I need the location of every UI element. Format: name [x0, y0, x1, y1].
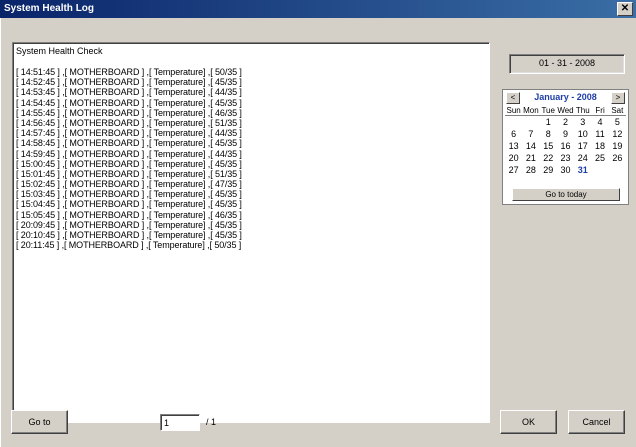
- calendar-day[interactable]: 9: [557, 128, 574, 140]
- log-line: [ 15:03:45 ] ,[ MOTHERBOARD ] ,[ Tempera…: [16, 189, 242, 200]
- calendar-day[interactable]: 24: [574, 152, 591, 164]
- log-line: [ 15:04:45 ] ,[ MOTHERBOARD ] ,[ Tempera…: [16, 199, 242, 210]
- calendar-day[interactable]: 26: [609, 152, 626, 164]
- log-line: [ 15:01:45 ] ,[ MOTHERBOARD ] ,[ Tempera…: [16, 168, 242, 179]
- calendar-weekday: Thu: [574, 106, 592, 116]
- calendar-day[interactable]: 6: [505, 128, 522, 140]
- calendar-day[interactable]: 14: [522, 140, 539, 152]
- calendar-day[interactable]: 21: [522, 152, 539, 164]
- calendar-day[interactable]: 27: [505, 164, 522, 176]
- calendar-day[interactable]: 5: [609, 116, 626, 128]
- calendar-day[interactable]: 16: [557, 140, 574, 152]
- calendar-day[interactable]: 19: [609, 140, 626, 152]
- calendar-weekday: Tue: [539, 106, 557, 116]
- calendar-day[interactable]: 4: [591, 116, 608, 128]
- calendar-month-label: January - 2008: [534, 92, 597, 102]
- calendar-day[interactable]: 30: [557, 164, 574, 176]
- log-line: [ 15:02:45 ] ,[ MOTHERBOARD ] ,[ Tempera…: [16, 179, 242, 190]
- log-line: [ 14:55:45 ] ,[ MOTHERBOARD ] ,[ Tempera…: [16, 107, 242, 118]
- calendar-day[interactable]: 31: [574, 164, 591, 176]
- window-title: System Health Log: [4, 3, 95, 14]
- title-bar: System Health Log ✕: [0, 0, 636, 18]
- go-to-today-button[interactable]: Go to today: [512, 188, 620, 201]
- log-line: [ 14:54:45 ] ,[ MOTHERBOARD ] ,[ Tempera…: [16, 97, 242, 108]
- calendar-day[interactable]: 8: [540, 128, 557, 140]
- log-line: [ 15:05:45 ] ,[ MOTHERBOARD ] ,[ Tempera…: [16, 209, 242, 220]
- calendar-day[interactable]: 1: [540, 116, 557, 128]
- calendar-empty-cell: [522, 116, 539, 128]
- log-line: [ 20:10:45 ] ,[ MOTHERBOARD ] ,[ Tempera…: [16, 230, 242, 240]
- close-button[interactable]: ✕: [617, 2, 633, 16]
- log-line: [ 14:53:45 ] ,[ MOTHERBOARD ] ,[ Tempera…: [16, 87, 242, 98]
- close-icon: ✕: [620, 3, 630, 14]
- log-line: [ 20:09:45 ] ,[ MOTHERBOARD ] ,[ Tempera…: [16, 219, 242, 230]
- page-total: / 1: [206, 417, 217, 427]
- calendar-day[interactable]: 18: [591, 140, 608, 152]
- calendar-empty-cell: [609, 164, 626, 176]
- log-line: [ 14:58:45 ] ,[ MOTHERBOARD ] ,[ Tempera…: [16, 138, 242, 149]
- calendar: < January - 2008 > Sun Mon Tue Wed Thu Fri Sat…: [502, 89, 629, 205]
- chevron-left-icon: <: [510, 93, 516, 102]
- calendar-prev-button[interactable]: <: [506, 92, 520, 104]
- calendar-weekday: Sun: [505, 106, 523, 116]
- log-line: [ 14:56:45 ] ,[ MOTHERBOARD ] ,[ Tempera…: [16, 117, 242, 128]
- calendar-day[interactable]: 23: [557, 152, 574, 164]
- calendar-next-button[interactable]: >: [611, 92, 625, 104]
- log-lines: [ 14:51:45 ] ,[ MOTHERBOARD ] ,[ Tempera…: [16, 67, 486, 250]
- log-line: [ 14:57:45 ] ,[ MOTHERBOARD ] ,[ Tempera…: [16, 128, 242, 139]
- calendar-day[interactable]: 15: [540, 140, 557, 152]
- log-line: [ 14:52:45 ] ,[ MOTHERBOARD ] ,[ Tempera…: [16, 77, 242, 88]
- calendar-empty-cell: [591, 164, 608, 176]
- chevron-right-icon: >: [615, 93, 621, 102]
- log-heading: System Health Check: [16, 46, 103, 56]
- calendar-header: < January - 2008 >: [503, 90, 628, 105]
- calendar-day[interactable]: 25: [591, 152, 608, 164]
- calendar-empty-cell: [505, 116, 522, 128]
- calendar-day[interactable]: 20: [505, 152, 522, 164]
- ok-button[interactable]: OK: [500, 410, 557, 434]
- calendar-day[interactable]: 11: [591, 128, 608, 140]
- log-panel[interactable]: System Health Check [ 14:51:45 ] ,[ MOTH…: [12, 42, 490, 423]
- calendar-day[interactable]: 22: [540, 152, 557, 164]
- calendar-weekday: Sat: [608, 105, 626, 116]
- dialog-body: System Health Check [ 14:51:45 ] ,[ MOTH…: [0, 18, 636, 447]
- calendar-day[interactable]: 29: [540, 164, 557, 176]
- calendar-weekday: Wed: [556, 106, 575, 116]
- calendar-day[interactable]: 28: [522, 164, 539, 176]
- log-line: [ 15:00:45 ] ,[ MOTHERBOARD ] ,[ Tempera…: [16, 158, 242, 169]
- calendar-weekday: Fri: [591, 105, 609, 116]
- log-line: [ 14:51:45 ] ,[ MOTHERBOARD ] ,[ Tempera…: [16, 67, 242, 77]
- calendar-grid: Sun Mon Tue Wed Thu Fri Sat 1 2 3 4 5 6 7 8 9 10 11 12 13 14…: [503, 105, 628, 176]
- calendar-day[interactable]: 7: [522, 128, 539, 140]
- date-display: 01 - 31 - 2008: [509, 54, 625, 74]
- calendar-day[interactable]: 2: [557, 116, 574, 128]
- calendar-day[interactable]: 3: [574, 116, 591, 128]
- calendar-day[interactable]: 17: [574, 140, 591, 152]
- calendar-day[interactable]: 13: [505, 140, 522, 152]
- go-to-button[interactable]: Go to: [11, 410, 68, 434]
- cancel-button[interactable]: Cancel: [568, 410, 625, 434]
- calendar-day[interactable]: 12: [609, 128, 626, 140]
- calendar-weekday: Mon: [522, 106, 540, 116]
- log-line: [ 14:59:45 ] ,[ MOTHERBOARD ] ,[ Tempera…: [16, 148, 242, 159]
- page-number-input[interactable]: [160, 414, 200, 431]
- calendar-day[interactable]: 10: [574, 128, 591, 140]
- log-line: [ 20:11:45 ] ,[ MOTHERBOARD ] ,[ Tempera…: [16, 240, 242, 251]
